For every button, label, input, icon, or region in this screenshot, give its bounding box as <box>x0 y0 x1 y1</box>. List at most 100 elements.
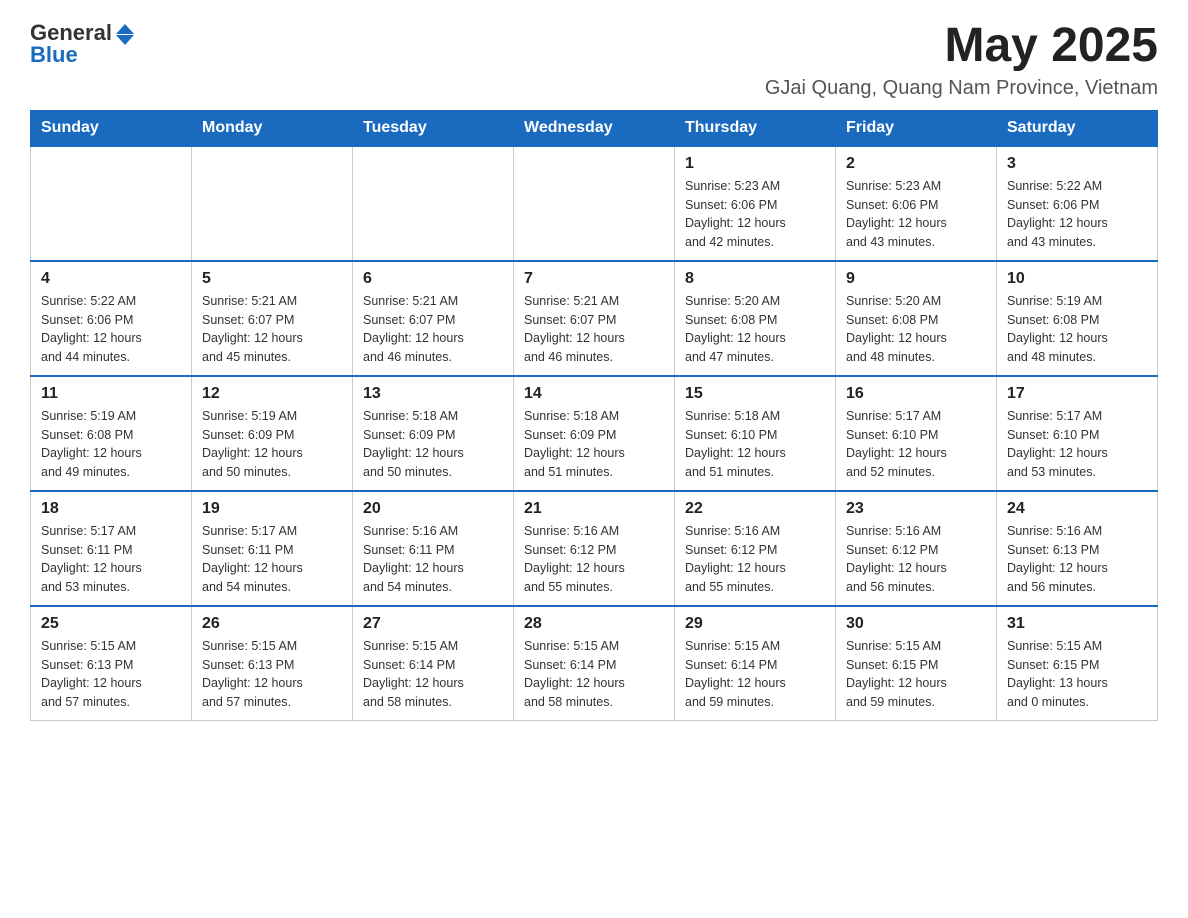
day-number: 1 <box>685 155 825 173</box>
day-info: Sunrise: 5:16 AM Sunset: 6:11 PM Dayligh… <box>363 522 503 597</box>
day-info: Sunrise: 5:17 AM Sunset: 6:10 PM Dayligh… <box>1007 407 1147 482</box>
day-info: Sunrise: 5:17 AM Sunset: 6:11 PM Dayligh… <box>202 522 342 597</box>
day-number: 13 <box>363 385 503 403</box>
day-number: 18 <box>41 500 181 518</box>
calendar-cell: 5 Sunrise: 5:21 AM Sunset: 6:07 PM Daylig… <box>192 261 353 376</box>
header-monday: Monday <box>192 110 353 146</box>
day-info: Sunrise: 5:16 AM Sunset: 6:12 PM Dayligh… <box>846 522 986 597</box>
day-info: Sunrise: 5:16 AM Sunset: 6:12 PM Dayligh… <box>524 522 664 597</box>
day-number: 28 <box>524 615 664 633</box>
calendar-cell: 9 Sunrise: 5:20 AM Sunset: 6:08 PM Daylig… <box>836 261 997 376</box>
day-number: 7 <box>524 270 664 288</box>
logo: General Blue <box>30 20 134 68</box>
day-info: Sunrise: 5:15 AM Sunset: 6:13 PM Dayligh… <box>41 637 181 712</box>
calendar-cell: 28 Sunrise: 5:15 AM Sunset: 6:14 PM Dayli… <box>514 606 675 721</box>
week-row-1: 1 Sunrise: 5:23 AM Sunset: 6:06 PM Daylig… <box>31 146 1158 261</box>
calendar-cell: 22Sunrise: 5:16 AM Sunset: 6:12 PM Dayli… <box>675 491 836 606</box>
calendar-cell: 17 Sunrise: 5:17 AM Sunset: 6:10 PM Dayli… <box>997 376 1158 491</box>
day-number: 12 <box>202 385 342 403</box>
header-thursday: Thursday <box>675 110 836 146</box>
calendar-table: Sunday Monday Tuesday Wednesday Thursday… <box>30 110 1158 721</box>
day-info: Sunrise: 5:18 AM Sunset: 6:10 PM Dayligh… <box>685 407 825 482</box>
day-number: 22 <box>685 500 825 518</box>
calendar-cell: 2 Sunrise: 5:23 AM Sunset: 6:06 PM Daylig… <box>836 146 997 261</box>
header-saturday: Saturday <box>997 110 1158 146</box>
calendar-cell <box>514 146 675 261</box>
day-info: Sunrise: 5:20 AM Sunset: 6:08 PM Dayligh… <box>685 292 825 367</box>
day-info: Sunrise: 5:18 AM Sunset: 6:09 PM Dayligh… <box>524 407 664 482</box>
day-info: Sunrise: 5:17 AM Sunset: 6:11 PM Dayligh… <box>41 522 181 597</box>
calendar-cell: 11 Sunrise: 5:19 AM Sunset: 6:08 PM Dayli… <box>31 376 192 491</box>
day-number: 17 <box>1007 385 1147 403</box>
week-row-2: 4 Sunrise: 5:22 AM Sunset: 6:06 PM Daylig… <box>31 261 1158 376</box>
day-number: 29 <box>685 615 825 633</box>
calendar-cell: 12 Sunrise: 5:19 AM Sunset: 6:09 PM Dayli… <box>192 376 353 491</box>
calendar-cell: 21 Sunrise: 5:16 AM Sunset: 6:12 PM Dayli… <box>514 491 675 606</box>
calendar-cell: 25Sunrise: 5:15 AM Sunset: 6:13 PM Dayli… <box>31 606 192 721</box>
calendar-cell: 30 Sunrise: 5:15 AM Sunset: 6:15 PM Dayli… <box>836 606 997 721</box>
day-number: 5 <box>202 270 342 288</box>
day-number: 8 <box>685 270 825 288</box>
header-friday: Friday <box>836 110 997 146</box>
calendar-cell: 13Sunrise: 5:18 AM Sunset: 6:09 PM Dayli… <box>353 376 514 491</box>
day-info: Sunrise: 5:15 AM Sunset: 6:14 PM Dayligh… <box>524 637 664 712</box>
calendar-cell: 18 Sunrise: 5:17 AM Sunset: 6:11 PM Dayli… <box>31 491 192 606</box>
calendar-cell: 26 Sunrise: 5:15 AM Sunset: 6:13 PM Dayli… <box>192 606 353 721</box>
calendar-cell: 23Sunrise: 5:16 AM Sunset: 6:12 PM Dayli… <box>836 491 997 606</box>
day-info: Sunrise: 5:21 AM Sunset: 6:07 PM Dayligh… <box>363 292 503 367</box>
day-info: Sunrise: 5:22 AM Sunset: 6:06 PM Dayligh… <box>1007 177 1147 252</box>
logo-blue-text: Blue <box>30 42 78 68</box>
calendar-cell: 1 Sunrise: 5:23 AM Sunset: 6:06 PM Daylig… <box>675 146 836 261</box>
day-info: Sunrise: 5:20 AM Sunset: 6:08 PM Dayligh… <box>846 292 986 367</box>
calendar-cell: 4 Sunrise: 5:22 AM Sunset: 6:06 PM Daylig… <box>31 261 192 376</box>
header-sunday: Sunday <box>31 110 192 146</box>
day-info: Sunrise: 5:19 AM Sunset: 6:09 PM Dayligh… <box>202 407 342 482</box>
week-row-3: 11 Sunrise: 5:19 AM Sunset: 6:08 PM Dayli… <box>31 376 1158 491</box>
day-info: Sunrise: 5:15 AM Sunset: 6:13 PM Dayligh… <box>202 637 342 712</box>
day-number: 15 <box>685 385 825 403</box>
calendar-cell <box>353 146 514 261</box>
day-info: Sunrise: 5:19 AM Sunset: 6:08 PM Dayligh… <box>41 407 181 482</box>
day-info: Sunrise: 5:23 AM Sunset: 6:06 PM Dayligh… <box>685 177 825 252</box>
day-number: 9 <box>846 270 986 288</box>
title-area: May 2025 GJai Quang, Quang Nam Province,… <box>765 20 1158 100</box>
day-number: 11 <box>41 385 181 403</box>
calendar-cell: 24Sunrise: 5:16 AM Sunset: 6:13 PM Dayli… <box>997 491 1158 606</box>
calendar-cell: 6 Sunrise: 5:21 AM Sunset: 6:07 PM Daylig… <box>353 261 514 376</box>
calendar-cell: 14 Sunrise: 5:18 AM Sunset: 6:09 PM Dayli… <box>514 376 675 491</box>
day-info: Sunrise: 5:16 AM Sunset: 6:13 PM Dayligh… <box>1007 522 1147 597</box>
calendar-cell: 19Sunrise: 5:17 AM Sunset: 6:11 PM Dayli… <box>192 491 353 606</box>
calendar-cell: 16Sunrise: 5:17 AM Sunset: 6:10 PM Dayli… <box>836 376 997 491</box>
calendar-cell: 3Sunrise: 5:22 AM Sunset: 6:06 PM Daylig… <box>997 146 1158 261</box>
calendar-cell: 27 Sunrise: 5:15 AM Sunset: 6:14 PM Dayli… <box>353 606 514 721</box>
calendar-cell: 8 Sunrise: 5:20 AM Sunset: 6:08 PM Daylig… <box>675 261 836 376</box>
calendar-cell: 10Sunrise: 5:19 AM Sunset: 6:08 PM Dayli… <box>997 261 1158 376</box>
day-number: 2 <box>846 155 986 173</box>
calendar-cell: 20 Sunrise: 5:16 AM Sunset: 6:11 PM Dayli… <box>353 491 514 606</box>
header-wednesday: Wednesday <box>514 110 675 146</box>
calendar-cell: 29Sunrise: 5:15 AM Sunset: 6:14 PM Dayli… <box>675 606 836 721</box>
header-tuesday: Tuesday <box>353 110 514 146</box>
day-number: 27 <box>363 615 503 633</box>
day-info: Sunrise: 5:21 AM Sunset: 6:07 PM Dayligh… <box>524 292 664 367</box>
day-number: 6 <box>363 270 503 288</box>
day-number: 26 <box>202 615 342 633</box>
day-number: 20 <box>363 500 503 518</box>
calendar-header-row: Sunday Monday Tuesday Wednesday Thursday… <box>31 110 1158 146</box>
day-number: 14 <box>524 385 664 403</box>
calendar-cell <box>192 146 353 261</box>
day-info: Sunrise: 5:15 AM Sunset: 6:15 PM Dayligh… <box>1007 637 1147 712</box>
day-info: Sunrise: 5:19 AM Sunset: 6:08 PM Dayligh… <box>1007 292 1147 367</box>
day-info: Sunrise: 5:21 AM Sunset: 6:07 PM Dayligh… <box>202 292 342 367</box>
week-row-4: 18 Sunrise: 5:17 AM Sunset: 6:11 PM Dayli… <box>31 491 1158 606</box>
calendar-cell: 15 Sunrise: 5:18 AM Sunset: 6:10 PM Dayli… <box>675 376 836 491</box>
week-row-5: 25Sunrise: 5:15 AM Sunset: 6:13 PM Dayli… <box>31 606 1158 721</box>
calendar-cell <box>31 146 192 261</box>
day-number: 4 <box>41 270 181 288</box>
day-info: Sunrise: 5:15 AM Sunset: 6:15 PM Dayligh… <box>846 637 986 712</box>
day-info: Sunrise: 5:22 AM Sunset: 6:06 PM Dayligh… <box>41 292 181 367</box>
day-info: Sunrise: 5:15 AM Sunset: 6:14 PM Dayligh… <box>363 637 503 712</box>
day-info: Sunrise: 5:23 AM Sunset: 6:06 PM Dayligh… <box>846 177 986 252</box>
day-number: 30 <box>846 615 986 633</box>
day-number: 21 <box>524 500 664 518</box>
